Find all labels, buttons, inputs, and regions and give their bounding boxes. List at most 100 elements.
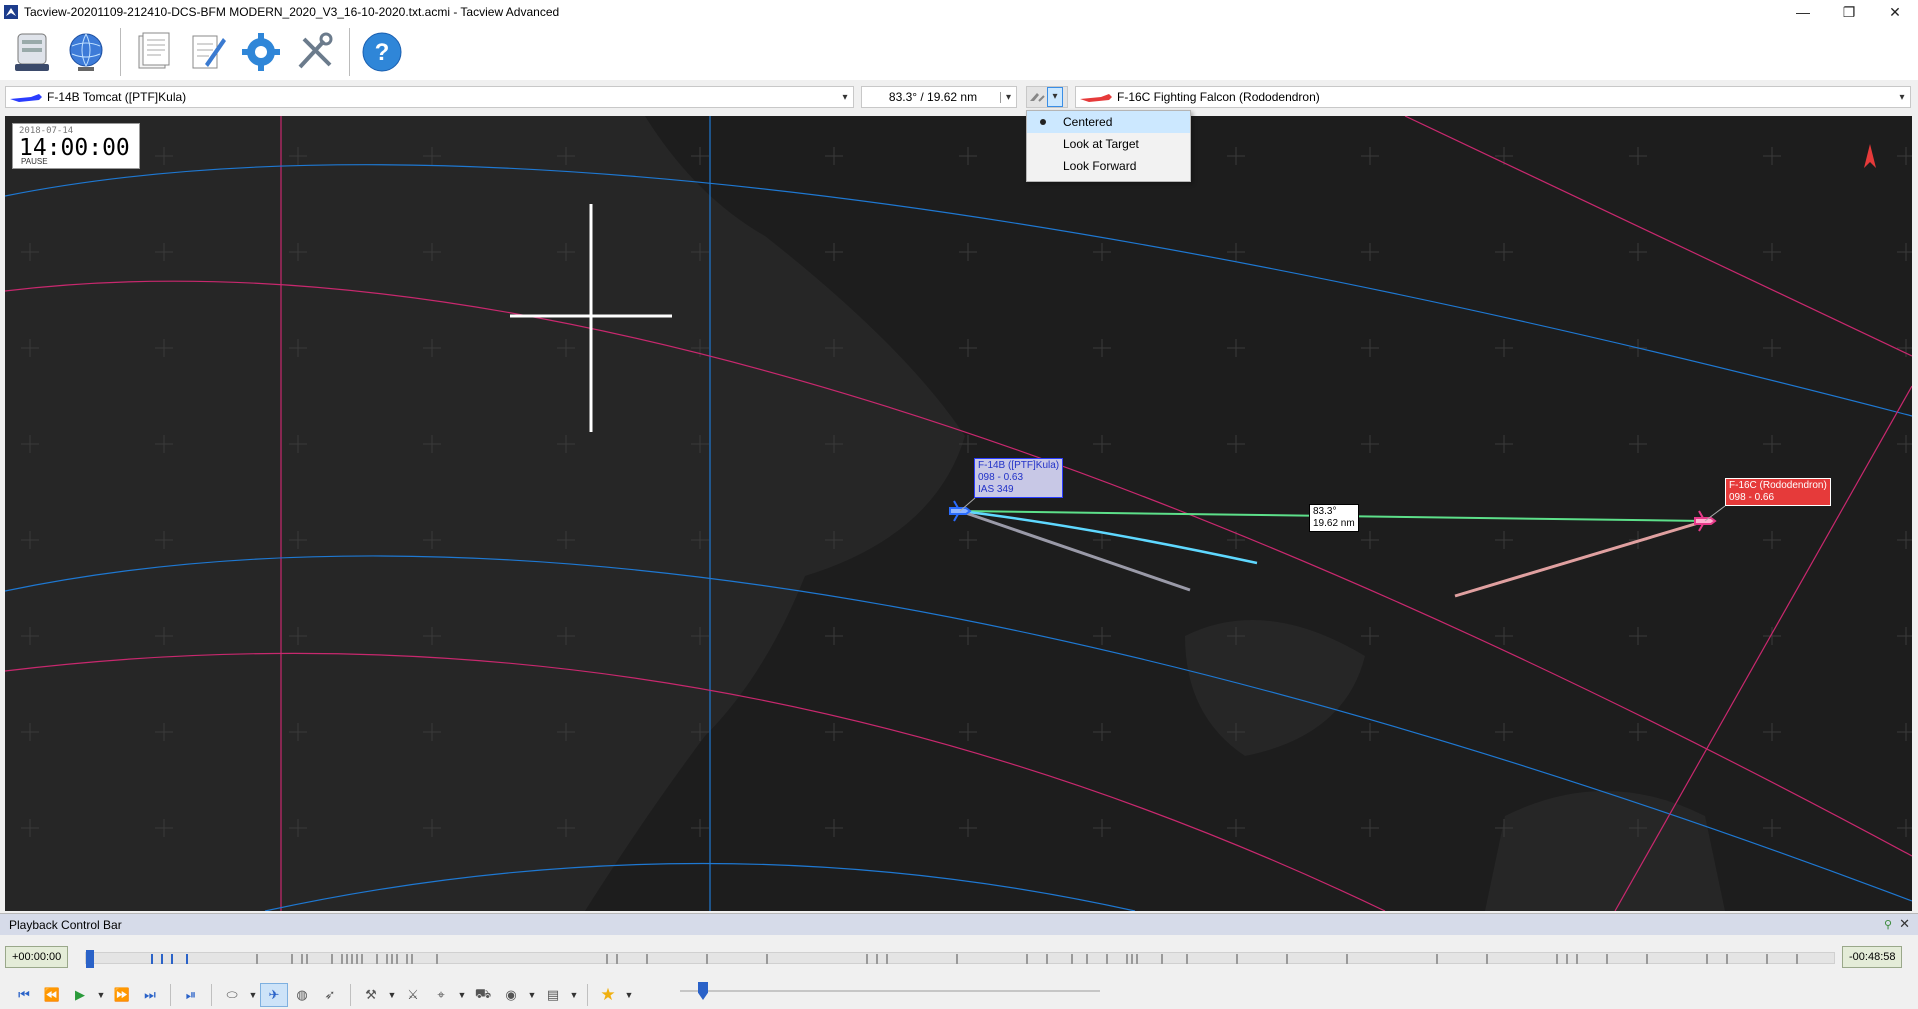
- menu-item-label: Centered: [1063, 115, 1113, 129]
- chevron-down-icon: ▼: [96, 989, 106, 1000]
- play-button[interactable]: ▶: [66, 983, 94, 1007]
- tools-filter-button[interactable]: ⚒: [357, 983, 385, 1007]
- skip-start-button[interactable]: ⏮: [10, 983, 38, 1007]
- view-mode-dropdown[interactable]: ▼: [246, 983, 260, 1007]
- chevron-down-icon[interactable]: ▾: [1047, 87, 1063, 107]
- chevron-down-icon: ▾: [842, 91, 848, 103]
- view-mode-button[interactable]: ⬭: [218, 983, 246, 1007]
- layers-button[interactable]: ▤: [539, 983, 567, 1007]
- bookmark-dropdown[interactable]: ▼: [622, 983, 636, 1007]
- menu-item-look-forward[interactable]: Look Forward: [1027, 155, 1190, 177]
- grid-line-magenta-top-right: [1404, 116, 1912, 357]
- f16-label-heading-mach: 098 - 0.66: [1729, 492, 1775, 503]
- tools-icon: [298, 32, 333, 69]
- bearing-range-label: 83.3° / 19.62 nm: [888, 90, 978, 104]
- chevron-down-icon: ▼: [527, 989, 537, 1000]
- notepad-button[interactable]: [181, 26, 233, 78]
- f14-label-name: F-14B ([PTF]Kula): [978, 460, 1060, 471]
- secondary-object-label: F-16C Fighting Falcon (Rododendron): [1117, 90, 1320, 104]
- restore-button[interactable]: ❐: [1826, 0, 1872, 24]
- f14-object-label[interactable]: F-14B ([PTF]Kula) 098 - 0.63 IAS 349: [974, 458, 1064, 498]
- globe-icon: [69, 33, 103, 71]
- aircraft-filter-button[interactable]: ✈: [260, 982, 288, 1007]
- skip-end-button[interactable]: ⏭: [136, 983, 164, 1007]
- frame-step-button[interactable]: ⏯: [177, 983, 205, 1007]
- layers-dropdown[interactable]: ▼: [567, 983, 581, 1007]
- helicopter-filter-dropdown[interactable]: ▼: [455, 983, 469, 1007]
- f16-label-name: F-16C (Rododendron): [1729, 480, 1827, 491]
- documents-icon: [138, 32, 170, 69]
- documents-button[interactable]: [127, 26, 179, 78]
- settings-gear-icon: [242, 33, 280, 71]
- pin-icon[interactable]: ⚲: [1884, 918, 1892, 931]
- timeline-playhead[interactable]: [86, 950, 94, 968]
- chevron-down-icon: ▾: [1000, 91, 1016, 103]
- helicopter-filter-button[interactable]: ⌖: [427, 983, 455, 1007]
- f14-label-ias: IAS 349: [978, 484, 1014, 495]
- range-value: 19.62 nm: [1313, 518, 1355, 529]
- recorder-icon: [15, 33, 49, 71]
- close-window-button[interactable]: ✕: [1872, 0, 1918, 24]
- controls-separator: [211, 983, 212, 1006]
- play-options-button[interactable]: ▼: [94, 983, 108, 1007]
- tacview-app-icon: [4, 5, 18, 19]
- sphere-filter-button[interactable]: ◉: [497, 983, 525, 1007]
- bookmark-button[interactable]: ★: [594, 983, 622, 1007]
- chevron-down-icon: ▾: [1899, 91, 1905, 103]
- controls-separator: [170, 983, 171, 1006]
- missile-filter-button[interactable]: ➶: [316, 983, 344, 1007]
- primary-object-label: F-14B Tomcat ([PTF]Kula): [47, 90, 187, 104]
- help-icon: ?: [362, 32, 402, 72]
- globe-filter-button[interactable]: ◍: [288, 983, 316, 1007]
- map-viewport[interactable]: 2018-07-14 14:00:00 PAUSE F-14B ([PTF]Ku…: [5, 116, 1912, 911]
- camera-mode-button[interactable]: ▾: [1026, 86, 1068, 108]
- fast-forward-icon: ⏩: [113, 986, 131, 1002]
- ground-unit-icon: ⛟: [474, 985, 492, 1001]
- f14-trail-grey: [959, 509, 1191, 592]
- minimize-button[interactable]: —: [1780, 0, 1826, 24]
- menu-item-centered[interactable]: Centered: [1027, 111, 1190, 133]
- f16-trail: [1454, 519, 1706, 598]
- bearing-range-select[interactable]: 83.3° / 19.62 nm ▾: [861, 86, 1017, 108]
- tools-button[interactable]: [289, 26, 341, 78]
- ground-unit-filter-button[interactable]: ⛟: [469, 983, 497, 1007]
- f16-object-label[interactable]: F-16C (Rododendron) 098 - 0.66: [1725, 478, 1831, 506]
- skip-end-icon: ⏭: [144, 986, 156, 1002]
- primary-object-select[interactable]: F-14B Tomcat ([PTF]Kula) ▾: [5, 86, 854, 108]
- fast-forward-button[interactable]: ⏩: [108, 983, 136, 1007]
- close-panel-button[interactable]: ✕: [1899, 916, 1910, 932]
- svg-text:?: ?: [375, 39, 390, 66]
- rewind-button[interactable]: ⏪: [38, 983, 66, 1007]
- online-button[interactable]: [60, 26, 112, 78]
- toolbar-separator: [120, 28, 121, 76]
- camera-mode-icon: [1030, 93, 1045, 102]
- sphere-filter-dropdown[interactable]: ▼: [525, 983, 539, 1007]
- weapon-filter-button[interactable]: ⚔: [399, 983, 427, 1007]
- toolbar-separator: [349, 28, 350, 76]
- slider-thumb[interactable]: [698, 982, 708, 1000]
- remaining-time: -00:48:58: [1842, 946, 1903, 968]
- settings-button[interactable]: [235, 26, 287, 78]
- recorder-button[interactable]: [6, 26, 58, 78]
- simulation-clock: 2018-07-14 14:00:00 PAUSE: [12, 123, 140, 169]
- secondary-object-select[interactable]: F-16C Fighting Falcon (Rododendron) ▾: [1075, 86, 1911, 108]
- f14-label-heading-mach: 098 - 0.63: [978, 472, 1024, 483]
- chevron-down-icon: ▼: [387, 989, 397, 1000]
- frame-step-icon: ⏯: [185, 986, 197, 1002]
- terrain-shading: [5, 116, 1725, 911]
- skip-start-icon: ⏮: [18, 986, 30, 1002]
- tools-filter-dropdown[interactable]: ▼: [385, 983, 399, 1007]
- window-title: Tacview-20201109-212410-DCS-BFM MODERN_2…: [24, 5, 560, 19]
- chevron-down-icon: ▼: [624, 989, 634, 1000]
- event-markers: [151, 954, 1798, 964]
- menu-item-label: Look Forward: [1063, 159, 1137, 173]
- timeline-track[interactable]: [85, 950, 1835, 968]
- help-button[interactable]: ?: [356, 26, 408, 78]
- map-canvas: [5, 116, 1912, 911]
- play-icon: ▶: [75, 986, 85, 1002]
- playback-speed-slider[interactable]: [680, 982, 1100, 1000]
- menu-item-look-at-target[interactable]: Look at Target: [1027, 133, 1190, 155]
- missile-icon: ➶: [324, 986, 336, 1002]
- f14-trail-cyan: [959, 509, 1258, 565]
- selected-bullet-icon: [1040, 119, 1046, 125]
